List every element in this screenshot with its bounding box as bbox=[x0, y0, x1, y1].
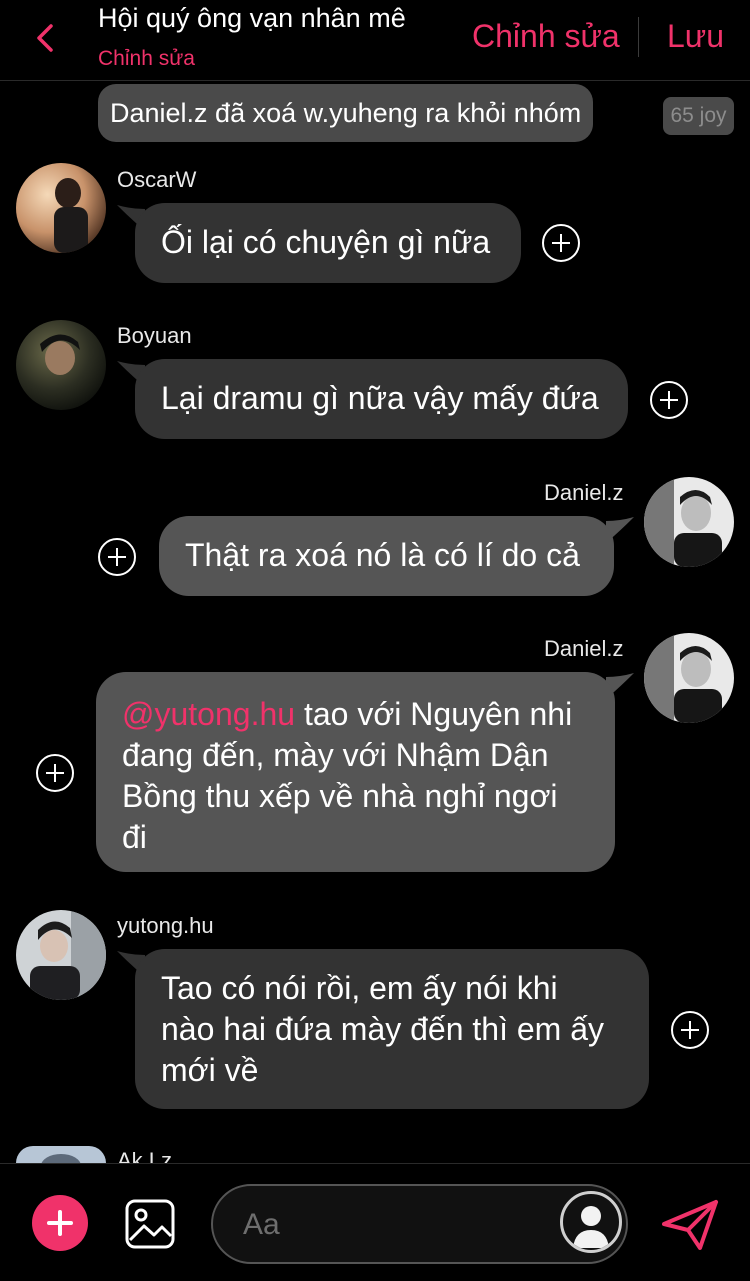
message-bubble[interactable]: @yutong.hu tao với Nguyên nhi đang đến, … bbox=[96, 672, 615, 872]
message-line: đang đến, mày với Nhậm Dận bbox=[122, 737, 549, 773]
message-text: tao với Nguyên nhi bbox=[295, 696, 573, 732]
message-text: Lại dramu gì nữa vậy mấy đứa bbox=[161, 380, 599, 416]
message-bubble[interactable]: Tao có nói rồi, em ấy nói khi nào hai đứ… bbox=[135, 949, 649, 1109]
plus-circle-icon[interactable] bbox=[649, 380, 689, 420]
save-button[interactable]: Lưu bbox=[667, 18, 724, 55]
avatar[interactable] bbox=[644, 633, 734, 723]
plus-circle-icon[interactable] bbox=[35, 753, 75, 793]
system-message: Daniel.z đã xoá w.yuheng ra khỏi nhóm bbox=[98, 84, 594, 142]
message-bubble[interactable]: Ối lại có chuyện gì nữa bbox=[135, 203, 521, 283]
avatar[interactable] bbox=[16, 1146, 106, 1163]
plus-circle-icon[interactable] bbox=[541, 223, 581, 263]
message-bubble[interactable]: Lại dramu gì nữa vậy mấy đứa bbox=[135, 359, 628, 439]
input-placeholder: Aa bbox=[243, 1208, 280, 1241]
message-line: mới về bbox=[161, 1052, 259, 1088]
send-icon[interactable] bbox=[660, 1198, 720, 1252]
message-line: Tao có nói rồi, em ấy nói khi bbox=[161, 970, 558, 1006]
chat-title: Hội quý ông vạn nhân mê bbox=[98, 3, 406, 33]
message-input[interactable]: Aa bbox=[211, 1184, 628, 1264]
avatar-photo bbox=[644, 633, 734, 723]
avatar[interactable] bbox=[16, 910, 106, 1000]
message-line: nào hai đứa mày đến thì em ấy bbox=[161, 1011, 605, 1047]
message-line: @yutong.hu tao với Nguyên nhi bbox=[122, 694, 589, 735]
message-text: Thật ra xoá nó là có lí do cả bbox=[185, 537, 580, 573]
sender-name: Daniel.z bbox=[544, 636, 624, 661]
persona-avatar-button[interactable] bbox=[560, 1191, 622, 1253]
chat-header: Hội quý ông vạn nhân mê Chỉnh sửa Chỉnh … bbox=[0, 0, 750, 81]
avatar-photo bbox=[16, 320, 106, 410]
chat-subtitle-edit[interactable]: Chỉnh sửa bbox=[98, 47, 195, 71]
person-icon bbox=[573, 1206, 609, 1248]
points-badge: 65 joy bbox=[663, 97, 734, 135]
avatar-photo bbox=[644, 477, 734, 567]
sender-name: Daniel.z bbox=[544, 480, 624, 505]
avatar-photo bbox=[16, 910, 106, 1000]
avatar-photo bbox=[16, 1146, 106, 1163]
add-button[interactable] bbox=[32, 1195, 88, 1251]
sender-name: Boyuan bbox=[117, 323, 192, 348]
chevron-left-icon bbox=[37, 24, 53, 52]
avatar-photo bbox=[16, 163, 106, 253]
sender-name: OscarW bbox=[117, 167, 197, 192]
mention-link[interactable]: @yutong.hu bbox=[122, 696, 295, 732]
message-line: đi bbox=[122, 819, 147, 855]
plus-circle-icon[interactable] bbox=[97, 537, 137, 577]
edit-button[interactable]: Chỉnh sửa bbox=[472, 18, 620, 55]
header-divider bbox=[638, 17, 639, 57]
message-bubble[interactable]: Thật ra xoá nó là có lí do cả bbox=[159, 516, 614, 596]
avatar[interactable] bbox=[16, 320, 106, 410]
image-icon[interactable] bbox=[124, 1198, 176, 1250]
sender-name: Ak.Lz bbox=[117, 1148, 173, 1163]
avatar[interactable] bbox=[644, 477, 734, 567]
plus-icon bbox=[47, 1210, 73, 1236]
message-line: Bồng thu xếp về nhà nghỉ ngơi bbox=[122, 778, 558, 814]
back-button[interactable] bbox=[30, 18, 60, 58]
avatar[interactable] bbox=[16, 163, 106, 253]
message-text: Ối lại có chuyện gì nữa bbox=[161, 224, 491, 260]
sender-name: yutong.hu bbox=[117, 913, 214, 938]
plus-circle-icon[interactable] bbox=[670, 1010, 710, 1050]
